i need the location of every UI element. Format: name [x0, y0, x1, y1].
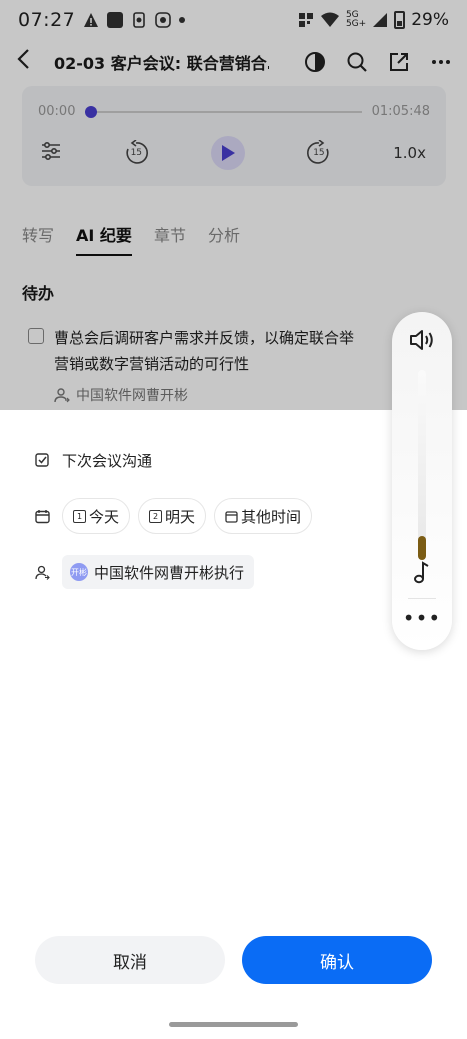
task-row: 下次会议沟通: [34, 450, 152, 471]
task-title-input[interactable]: 下次会议沟通: [62, 450, 152, 471]
assign-person-icon: [34, 564, 50, 580]
date-row: 1 今天 2 明天 其他时间: [34, 498, 320, 534]
avatar: 开彬: [70, 563, 88, 581]
volume-slider[interactable]: [418, 370, 426, 560]
cancel-button[interactable]: 取消: [35, 936, 225, 984]
date-chip-today[interactable]: 1 今天: [62, 498, 131, 534]
calendar-icon: [34, 508, 50, 524]
calendar-other-icon: [225, 510, 238, 523]
speaker-icon[interactable]: [408, 328, 436, 352]
home-indicator[interactable]: [169, 1022, 298, 1027]
assignee-chip[interactable]: 开彬 中国软件网曹开彬执行: [62, 555, 255, 589]
music-note-icon[interactable]: [411, 560, 433, 584]
calendar-today-icon: 1: [73, 509, 86, 523]
assignee-row: 开彬 中国软件网曹开彬执行: [34, 555, 255, 589]
confirm-button[interactable]: 确认: [242, 936, 432, 984]
checkbox-checked-icon: [34, 453, 50, 469]
volume-slider-fill: [418, 536, 426, 560]
volume-divider: [408, 598, 436, 599]
volume-more-icon[interactable]: •••: [392, 606, 452, 630]
date-chip-other[interactable]: 其他时间: [214, 498, 313, 534]
volume-panel: •••: [392, 312, 452, 650]
calendar-tomorrow-icon: 2: [149, 509, 163, 523]
date-chip-tomorrow[interactable]: 2 明天: [138, 498, 207, 534]
